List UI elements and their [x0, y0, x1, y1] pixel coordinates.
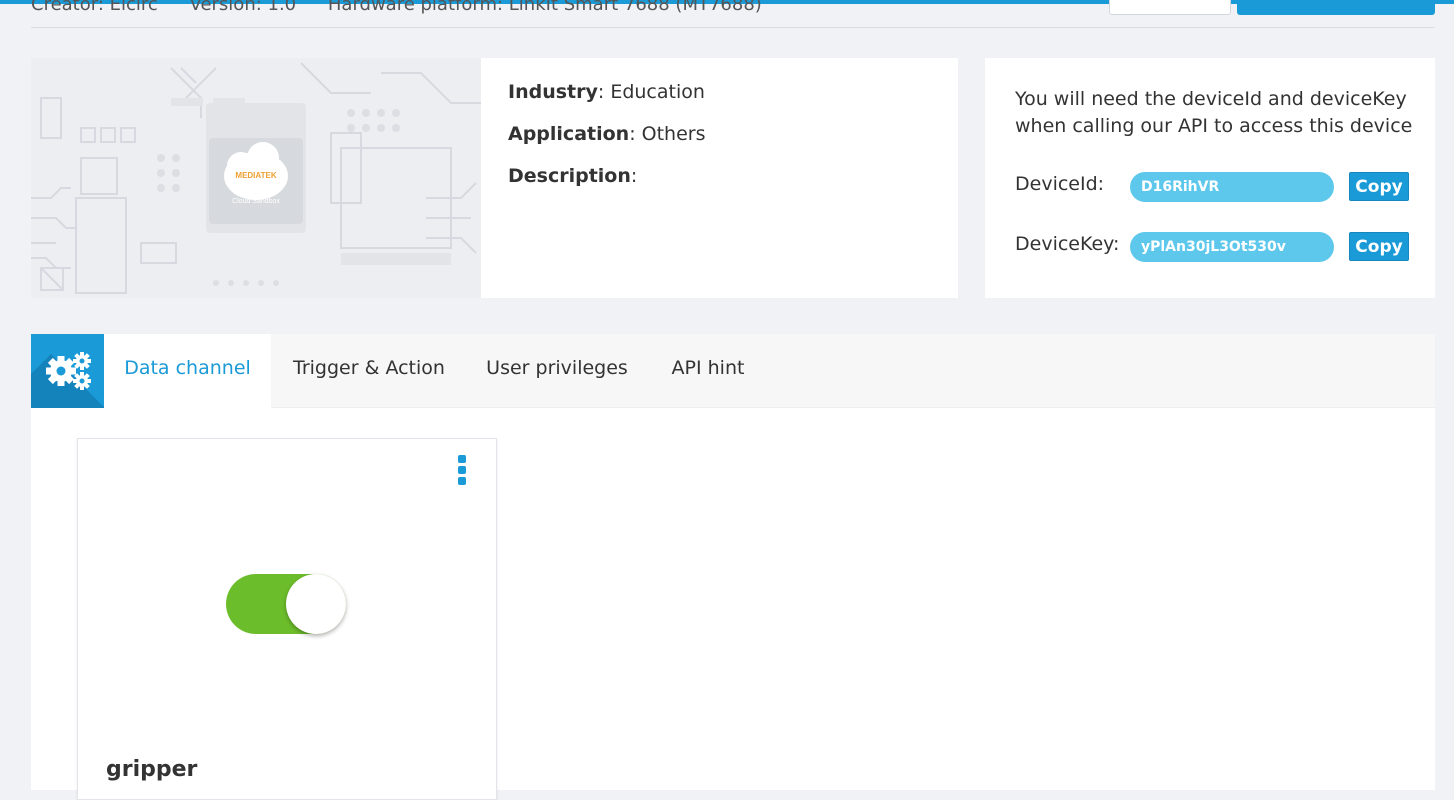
tab-bar: Data channel Trigger & Action User privi… [31, 334, 1435, 408]
header-secondary-button[interactable] [1109, 0, 1231, 15]
application-label: Application [508, 123, 630, 145]
tab-user-privileges[interactable]: User privileges [476, 334, 638, 407]
gears-icon [46, 352, 91, 390]
tab-trigger-action[interactable]: Trigger & Action [283, 334, 455, 407]
description-row: Description: [508, 165, 637, 187]
creator-text: Creator: Elcirc [31, 0, 158, 15]
application-value: : Others [629, 123, 706, 145]
copy-device-key-button[interactable]: Copy [1349, 232, 1409, 261]
chip-caption-text: Cloud Sandbox [232, 198, 280, 205]
copy-device-id-button[interactable]: Copy [1349, 172, 1409, 201]
device-key-label: DeviceKey: [1015, 233, 1120, 255]
application-row: Application: Others [508, 123, 706, 145]
circuit-board-illustration: MEDIATEK Cloud Sandbox [31, 62, 481, 294]
device-id-value[interactable]: D16RihVR [1130, 172, 1334, 202]
header-divider [31, 27, 1435, 28]
device-info-panel: Industry: Education Application: Others … [481, 58, 958, 298]
device-credentials-panel: You will need the deviceId and deviceKey… [985, 58, 1435, 298]
tab-data-channel[interactable]: Data channel [104, 334, 271, 408]
data-channel-card: gripper [77, 438, 497, 800]
channel-title: gripper [106, 757, 198, 782]
header-primary-button[interactable] [1237, 0, 1435, 15]
device-id-label: DeviceId: [1015, 173, 1105, 195]
gripper-switch[interactable] [226, 574, 346, 634]
device-meta-row: Creator: Elcirc Version: 1.0 Hardware pl… [31, 0, 788, 15]
more-options-icon[interactable] [456, 455, 468, 487]
settings-tile [31, 334, 104, 408]
credentials-message: You will need the deviceId and deviceKey… [1015, 88, 1413, 137]
switch-knob[interactable] [286, 574, 346, 634]
description-value: : [630, 165, 638, 187]
description-label: Description [508, 165, 631, 187]
device-tab-panel: Data channel Trigger & Action User privi… [31, 334, 1435, 800]
chip-brand-text: MEDIATEK [235, 171, 276, 180]
industry-value: : Education [597, 81, 705, 103]
device-key-value[interactable]: yPlAn30jL3Ot530v [1130, 232, 1334, 262]
industry-label: Industry [508, 81, 598, 103]
device-image: MEDIATEK Cloud Sandbox [31, 58, 481, 298]
hardware-platform-text: Hardware platform: LinkIt Smart 7688 (MT… [327, 0, 762, 15]
industry-row: Industry: Education [508, 81, 705, 103]
tab-api-hint[interactable]: API hint [659, 334, 757, 407]
version-text: Version: 1.0 [189, 0, 297, 15]
